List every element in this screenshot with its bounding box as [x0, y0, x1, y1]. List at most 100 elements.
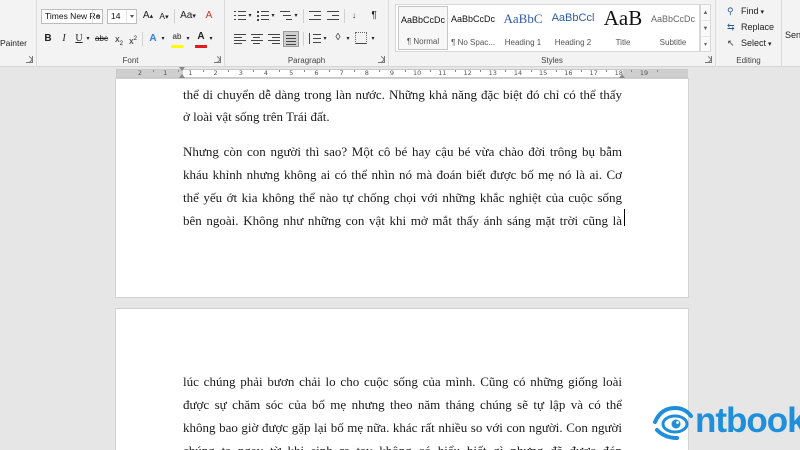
ruler-number: 4 [263, 69, 269, 77]
font-name-combo[interactable]: Times New Ro [41, 9, 103, 24]
ruler-tick [530, 70, 532, 72]
right-indent-marker[interactable] [619, 74, 625, 78]
horizontal-ruler[interactable]: 2 1 1 2 3 4 5 6 7 8 9 10 11 12 13 14 15 16 17 18 19 [0, 67, 800, 79]
ruler-number: 8 [364, 69, 369, 77]
style-normal[interactable]: AaBbCcDc ¶ Normal [398, 6, 448, 50]
style-heading-1[interactable]: AaBbC Heading 1 [498, 6, 548, 50]
ruler-number: 2 [137, 69, 143, 77]
format-painter-button[interactable]: Painter [0, 38, 27, 48]
ruler-band [116, 69, 688, 78]
show-marks-button[interactable]: ¶ [368, 8, 380, 24]
style-no-spacing[interactable]: AaBbCcDc ¶ No Spac... [448, 6, 498, 50]
line-spacing-dropdown-icon[interactable]: ▾ [322, 31, 328, 47]
shading-icon[interactable]: ◊ [331, 30, 345, 46]
style-title[interactable]: AaB Title [598, 6, 648, 50]
numbering-dropdown-icon[interactable]: ▾ [270, 8, 276, 24]
text-line: chúng ta ngay từ khi sinh ra tay không c… [183, 439, 622, 450]
style-name: Title [615, 38, 631, 47]
font-group-label: Font [122, 56, 139, 65]
ruler-number: 11 [438, 69, 447, 77]
line-spacing-icon[interactable] [308, 33, 322, 45]
style-name: ¶ No Spac... [451, 38, 495, 47]
font-color-dropdown-icon[interactable]: ▾ [208, 31, 214, 47]
style-name: Heading 1 [504, 38, 542, 47]
first-line-indent-marker[interactable] [179, 67, 185, 71]
font-size-combo[interactable]: 14 [107, 9, 137, 24]
superscript-mark: 2 [133, 36, 137, 42]
text-line: ở loài vật sống trên Trái đất. [183, 109, 330, 124]
align-center-icon[interactable] [250, 33, 264, 45]
text-effects-button[interactable]: A [146, 31, 160, 47]
bullets-dropdown-icon[interactable]: ▾ [247, 8, 253, 24]
select-dropdown-icon[interactable]: ▾ [766, 41, 772, 48]
change-case-button[interactable]: Aa▾ [177, 8, 199, 24]
justify-icon[interactable] [283, 31, 299, 47]
font-dialog-launcher[interactable] [214, 56, 221, 63]
styles-gallery: AaBbCcDc ¶ Normal AaBbCcDc ¶ No Spac... … [395, 4, 700, 52]
font-size-dropdown-icon[interactable] [126, 10, 136, 23]
select-button[interactable]: ↖ Select ▾ [727, 38, 771, 49]
highlight-button[interactable]: ab [169, 29, 185, 45]
hanging-indent-marker[interactable] [179, 74, 185, 78]
bullets-icon[interactable] [233, 10, 247, 22]
cursor-icon: ↖ [727, 38, 735, 48]
text-line: lúc chúng phải bươn chải lo cho cuộc sốn… [183, 374, 622, 389]
sensitivity-button[interactable]: Sen [785, 30, 800, 40]
gallery-up-icon[interactable]: ▲ [701, 5, 710, 21]
text-effects-dropdown-icon[interactable]: ▾ [160, 31, 166, 47]
styles-dialog-launcher[interactable] [705, 56, 712, 63]
grow-font-button[interactable]: A▴ [141, 8, 155, 24]
borders-icon[interactable] [355, 32, 367, 44]
search-icon: ⚲ [727, 6, 734, 16]
style-sample: AaBbCcDc [650, 14, 695, 24]
numbering-icon[interactable] [256, 10, 270, 22]
text-effects-icon: A [149, 33, 157, 44]
align-left-icon[interactable] [233, 33, 247, 45]
style-sample: AaBbCcDc [450, 14, 495, 24]
find-dropdown-icon[interactable]: ▾ [759, 9, 764, 16]
clear-formatting-button[interactable]: A [202, 8, 216, 24]
highlight-dropdown-icon[interactable]: ▾ [185, 31, 191, 47]
ruler-tick [253, 70, 255, 72]
decrease-indent-icon[interactable] [308, 10, 322, 22]
gallery-more-icon[interactable]: ▾ [701, 37, 710, 53]
text-line: kháu khỉnh nhưng không ai có thể nhìn nó… [183, 167, 622, 182]
ruler-tick [278, 70, 280, 72]
style-heading-2[interactable]: AaBbCcl Heading 2 [548, 6, 598, 50]
multilevel-list-icon[interactable] [279, 10, 293, 22]
find-button[interactable]: ⚲ Find ▾ [727, 6, 764, 17]
ruler-number: 13 [488, 69, 497, 77]
text-line: thể yếu ớt kia không thể nào tự chống ch… [183, 190, 622, 205]
strikethrough-button[interactable]: abc [93, 31, 110, 47]
ruler-tick [354, 70, 356, 72]
font-size-value: 14 [111, 11, 121, 21]
underline-dropdown-icon[interactable]: ▾ [85, 31, 91, 47]
ruler-number: 19 [639, 69, 649, 77]
paragraph-separator-2 [344, 9, 345, 23]
underline-button[interactable]: U [73, 31, 85, 47]
shading-dropdown-icon[interactable]: ▾ [345, 31, 351, 47]
shrink-font-button[interactable]: A▾ [157, 8, 171, 24]
font-separator-2 [142, 32, 143, 46]
subscript-button[interactable]: x2 [113, 31, 125, 47]
clipboard-dialog-launcher[interactable] [26, 56, 33, 63]
multilevel-dropdown-icon[interactable]: ▾ [293, 8, 299, 24]
align-right-icon[interactable] [267, 33, 281, 45]
font-color-button[interactable]: A [194, 29, 208, 45]
bold-button[interactable]: B [42, 31, 54, 47]
borders-dropdown-icon[interactable]: ▾ [370, 31, 376, 47]
replace-icon: ⇆ [727, 22, 735, 32]
superscript-button[interactable]: x2 [127, 31, 139, 47]
gallery-down-icon[interactable]: ▼ [701, 21, 710, 37]
ruler-number: 7 [339, 69, 344, 77]
sort-icon[interactable]: ↓ [348, 8, 360, 24]
ruler-tick [203, 70, 204, 72]
italic-button[interactable]: I [58, 31, 70, 47]
increase-indent-icon[interactable] [326, 10, 340, 22]
font-name-dropdown-icon[interactable] [92, 10, 102, 23]
paragraph-dialog-launcher[interactable] [378, 56, 385, 63]
clear-formatting-icon: A [205, 10, 213, 21]
style-subtitle[interactable]: AaBbCcDc Subtitle [648, 6, 698, 50]
sensitivity-label: Sen [785, 30, 800, 40]
replace-button[interactable]: ⇆ Replace [727, 22, 774, 33]
